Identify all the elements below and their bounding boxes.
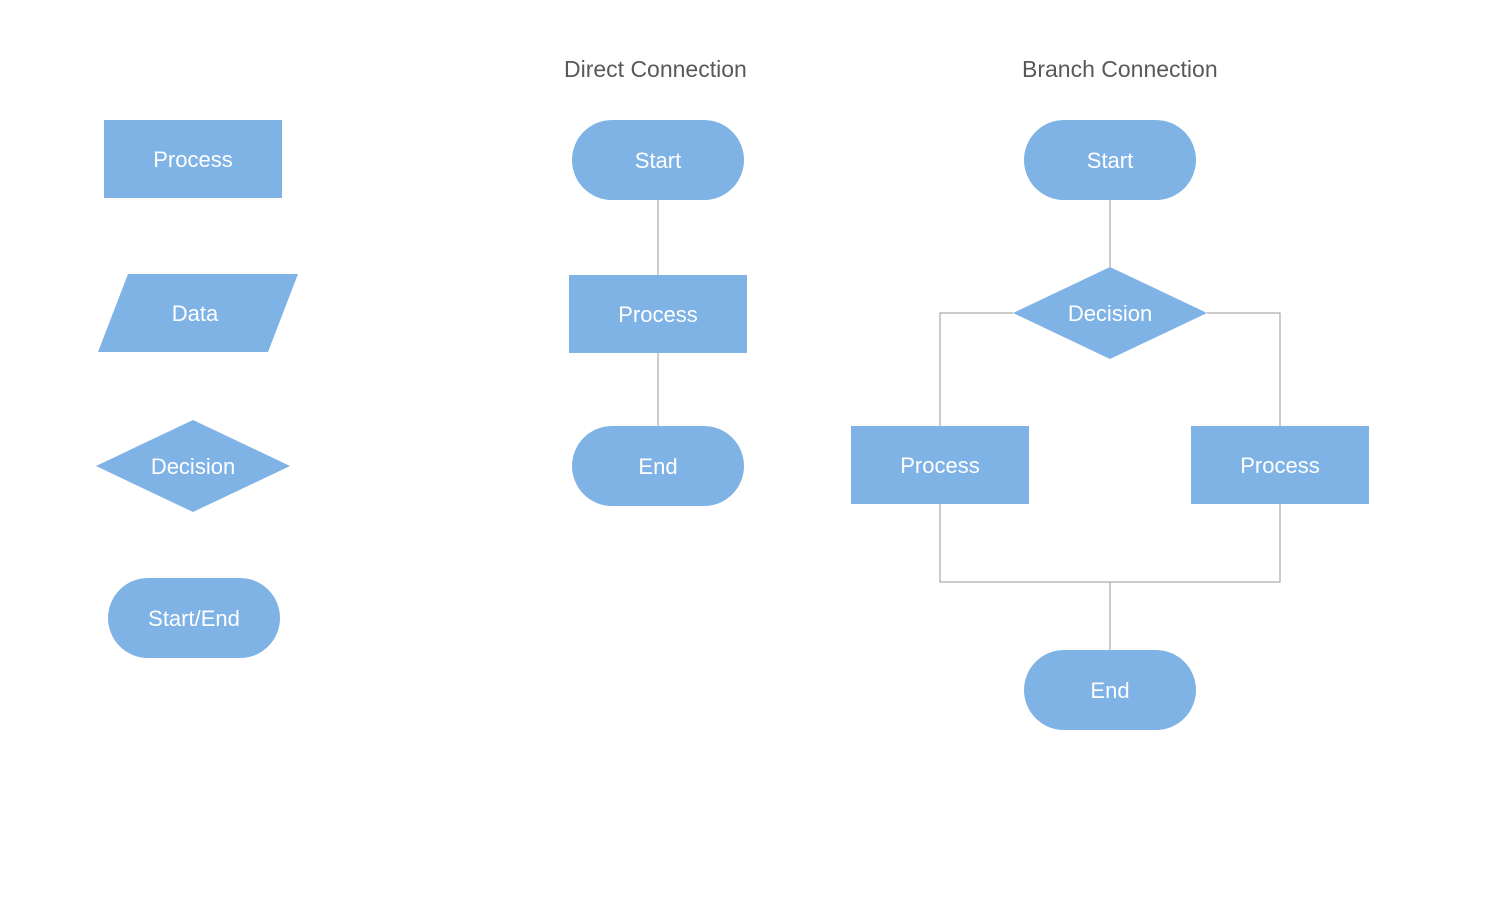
branch-process-left-label: Process [900,453,979,478]
branch-decision-label: Decision [1068,301,1152,326]
direct-process-label: Process [618,302,697,327]
branch-start-shape: Start [1024,120,1196,200]
branch-connector-right-merge [1110,504,1280,582]
diagram-canvas: Process Data Decision Start/End Start Pr… [0,0,1500,902]
branch-process-right-shape: Process [1191,426,1369,504]
branch-connector-left-merge [940,504,1110,650]
branch-process-left-shape: Process [851,426,1029,504]
legend-process-shape: Process [104,120,282,198]
direct-start-label: Start [635,148,681,173]
branch-decision-shape: Decision [1013,267,1207,359]
legend-data-label: Data [172,301,219,326]
direct-end-shape: End [572,426,744,506]
branch-end-shape: End [1024,650,1196,730]
branch-end-label: End [1090,678,1129,703]
legend-decision-shape: Decision [96,420,290,512]
branch-connector-decision-left [940,313,1013,426]
direct-end-label: End [638,454,677,479]
direct-start-shape: Start [572,120,744,200]
legend-process-label: Process [153,147,232,172]
direct-process-shape: Process [569,275,747,353]
branch-start-label: Start [1087,148,1133,173]
legend-terminator-label: Start/End [148,606,240,631]
branch-connector-decision-right [1207,313,1280,426]
legend-terminator-shape: Start/End [108,578,280,658]
legend-decision-label: Decision [151,454,235,479]
branch-process-right-label: Process [1240,453,1319,478]
legend-data-shape: Data [98,274,298,352]
